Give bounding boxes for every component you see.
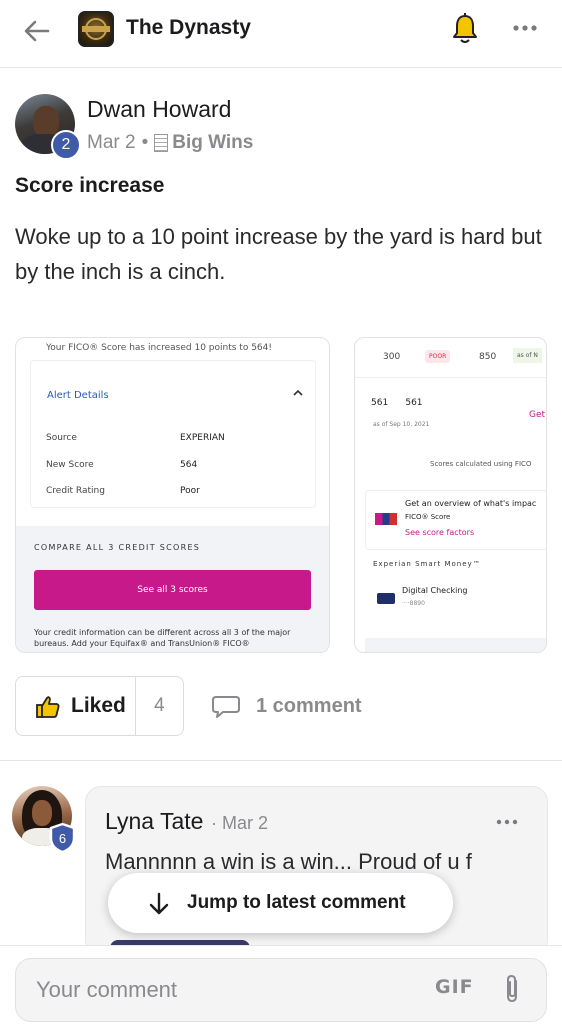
- as-of-date: as of Sep 10, 2021: [373, 421, 430, 428]
- image2-footer: [365, 638, 546, 652]
- see-all-scores-button: See all 3 scores: [34, 570, 311, 610]
- row-value: 564: [180, 460, 198, 470]
- experian-heading: Experian Smart Money™: [373, 560, 481, 568]
- compare-heading: COMPARE ALL 3 CREDIT SCORES: [34, 543, 201, 552]
- thumbs-up-icon[interactable]: [35, 694, 61, 720]
- fico-icon: [375, 513, 397, 525]
- comment-count[interactable]: 1 comment: [256, 695, 362, 718]
- comment-more-icon[interactable]: [494, 814, 520, 830]
- like-count[interactable]: 4: [154, 695, 165, 717]
- comment-date: · Mar 2: [211, 813, 269, 833]
- post-body: Woke up to a 10 point increase by the ya…: [15, 224, 542, 284]
- post-image-1[interactable]: Your FICO® Score has increased 10 points…: [15, 337, 330, 653]
- gif-button[interactable]: GIF: [435, 976, 474, 998]
- back-arrow-icon[interactable]: [20, 14, 54, 48]
- scale-high: 850: [479, 352, 497, 362]
- post-author-name[interactable]: Dwan Howard: [87, 96, 231, 123]
- comment-input[interactable]: [36, 974, 406, 1006]
- row-label: Credit Rating: [46, 486, 105, 496]
- fico-score-label: FICO® Score: [405, 513, 451, 521]
- digital-checking: Digital Checking: [402, 586, 468, 595]
- image1-footnote: Your credit information can be different…: [34, 628, 291, 648]
- get-link: Get: [529, 410, 546, 420]
- jump-label[interactable]: Jump to latest comment: [187, 892, 406, 914]
- top-bar: The Dynasty: [0, 0, 562, 68]
- group-logo[interactable]: [78, 11, 114, 47]
- comment-icon[interactable]: [211, 694, 241, 720]
- bell-icon[interactable]: [450, 12, 480, 46]
- more-options-icon[interactable]: [510, 18, 540, 38]
- score-equifax: 561: [371, 398, 389, 408]
- post-date: Mar 2: [87, 132, 136, 153]
- paperclip-icon[interactable]: [500, 973, 524, 1005]
- post-topic[interactable]: Big Wins: [172, 132, 253, 154]
- divider: [0, 760, 562, 761]
- comment-author[interactable]: Lyna Tate: [105, 808, 203, 835]
- commenter-level: 6: [59, 831, 66, 846]
- like-divider: [135, 677, 136, 735]
- row-label: Source: [46, 433, 77, 443]
- row-label: New Score: [46, 460, 94, 470]
- card-icon: [377, 593, 395, 604]
- as-of-tag: as of N: [513, 348, 542, 363]
- scale-low: 300: [383, 352, 401, 362]
- chevron-up-icon: [293, 389, 303, 396]
- topic-icon: [154, 134, 169, 152]
- image1-headline: Your FICO® Score has increased 10 points…: [46, 343, 272, 353]
- group-title[interactable]: The Dynasty: [126, 16, 251, 40]
- scale-poor-tag: POOR: [425, 350, 451, 363]
- score-factors-link: See score factors: [405, 528, 475, 537]
- post-meta: Mar 2 • Big Wins: [87, 132, 253, 154]
- scores-calculated: Scores calculated using FICO: [430, 460, 532, 468]
- score-transunion: 561: [405, 398, 423, 408]
- account-digits: ····8890: [402, 600, 425, 607]
- arrow-down-icon[interactable]: [147, 891, 171, 917]
- row-value: EXPERIAN: [180, 433, 225, 443]
- meta-separator: •: [141, 132, 149, 153]
- overview-text: Get an overview of what's impac: [405, 499, 537, 508]
- alert-details-title: Alert Details: [47, 390, 109, 401]
- post-title: Score increase: [15, 174, 165, 197]
- level-badge: 2: [51, 130, 81, 160]
- bureau-scores: 561 561: [371, 398, 423, 408]
- post-image-2[interactable]: 300 POOR 850 as of N 561 561 Get as of S…: [354, 337, 547, 653]
- like-label[interactable]: Liked: [71, 694, 126, 718]
- shield-badge-icon: 6: [49, 822, 76, 854]
- row-value: Poor: [180, 486, 200, 496]
